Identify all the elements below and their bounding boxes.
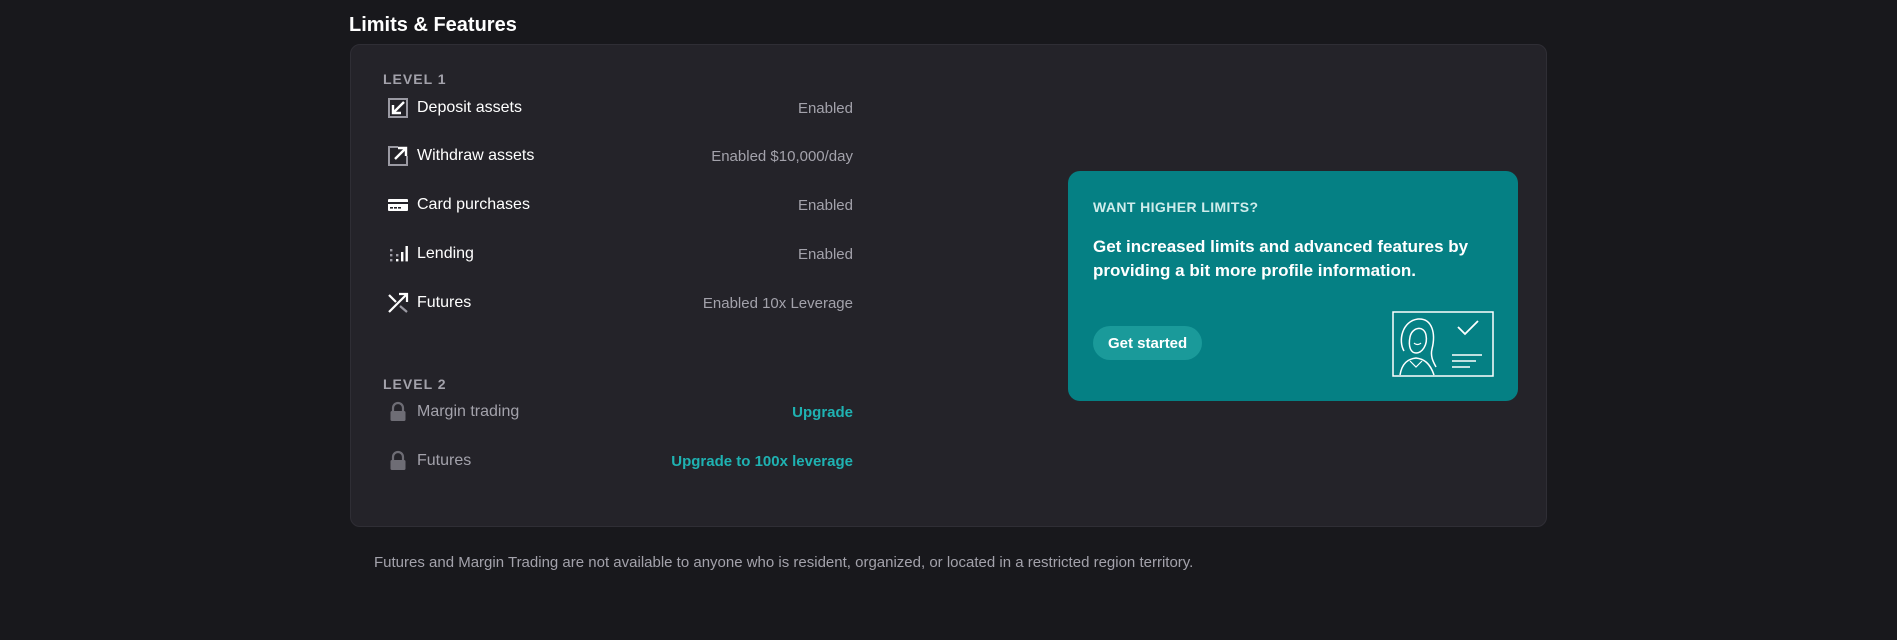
- feature-status: Enabled $10,000/day: [711, 147, 853, 165]
- level-2-label: LEVEL 2: [383, 376, 447, 392]
- feature-row-futures: Futures Enabled 10x Leverage: [387, 290, 853, 316]
- feature-row-futures-locked: Futures Upgrade to 100x leverage: [387, 448, 853, 474]
- lock-icon: [387, 450, 409, 472]
- futures-icon: [387, 292, 409, 314]
- card-icon: [387, 194, 409, 216]
- feature-name: Card purchases: [417, 196, 530, 213]
- feature-row-deposit: Deposit assets Enabled: [387, 95, 853, 121]
- id-verification-illustration: [1392, 311, 1494, 377]
- promo-text: Get increased limits and advanced featur…: [1093, 237, 1469, 280]
- feature-name: Margin trading: [417, 403, 520, 420]
- feature-name: Futures: [417, 294, 472, 311]
- withdraw-icon: [387, 145, 409, 167]
- upgrade-leverage-link[interactable]: Upgrade to 100x leverage: [671, 453, 853, 470]
- section-title: Limits & Features: [349, 14, 517, 36]
- feature-name: Futures: [417, 452, 472, 469]
- feature-status: Enabled: [797, 245, 853, 263]
- feature-row-margin-trading: Margin trading Upgrade: [387, 399, 853, 425]
- feature-status: Enabled: [797, 196, 853, 214]
- deposit-icon: [387, 97, 409, 119]
- get-started-button[interactable]: Get started: [1093, 326, 1203, 360]
- feature-row-lending: Lending Enabled: [387, 241, 853, 267]
- restricted-region-disclaimer: Futures and Margin Trading are not avail…: [374, 554, 1194, 571]
- upgrade-link[interactable]: Upgrade: [792, 404, 853, 421]
- higher-limits-promo: WANT HIGHER LIMITS? Get increased limits…: [1068, 171, 1518, 401]
- lock-icon: [387, 401, 409, 423]
- limits-card: LEVEL 1 Deposit assets Enabled Withdraw …: [350, 44, 1547, 527]
- feature-status: Enabled: [797, 99, 853, 117]
- promo-eyebrow: WANT HIGHER LIMITS?: [1093, 199, 1259, 215]
- feature-name: Lending: [417, 245, 474, 262]
- feature-name: Withdraw assets: [417, 147, 535, 164]
- feature-row-withdraw: Withdraw assets Enabled $10,000/day: [387, 143, 853, 169]
- lending-icon: [387, 243, 409, 265]
- feature-name: Deposit assets: [417, 99, 522, 116]
- level-1-label: LEVEL 1: [383, 71, 447, 87]
- feature-status: Enabled 10x Leverage: [702, 294, 853, 312]
- feature-row-card-purchases: Card purchases Enabled: [387, 192, 853, 218]
